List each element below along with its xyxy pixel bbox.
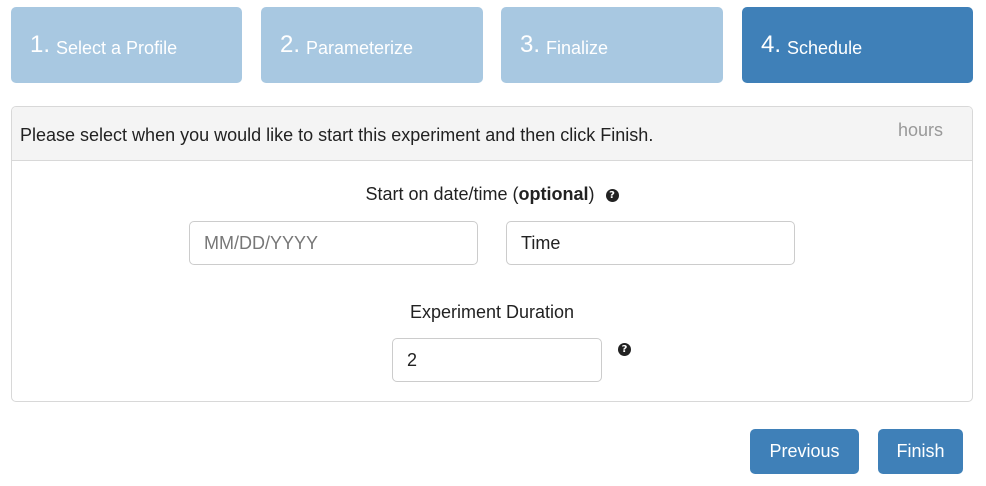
start-time-input[interactable] — [506, 221, 795, 265]
step-label: Finalize — [546, 38, 609, 58]
start-datetime-label: Start on date/time (optional) ? — [12, 184, 972, 205]
start-label-prefix: Start on date/time ( — [365, 184, 519, 204]
step-parameterize[interactable]: 2. Parameterize — [261, 7, 483, 83]
help-icon[interactable]: ? — [605, 189, 619, 202]
schedule-panel: Please select when you would like to sta… — [11, 106, 973, 402]
step-label: Select a Profile — [56, 38, 178, 58]
step-number: 3. — [520, 31, 541, 58]
schedule-wizard-page: 1. Select a Profile 2. Parameterize 3. F… — [0, 0, 986, 486]
step-number: 4. — [761, 31, 782, 58]
instructions-text: Please select when you would like to sta… — [20, 125, 654, 145]
start-date-input[interactable] — [189, 221, 478, 265]
finish-button[interactable]: Finish — [878, 429, 963, 474]
previous-button[interactable]: Previous — [750, 429, 859, 474]
step-select-profile[interactable]: 1. Select a Profile — [11, 7, 242, 83]
start-label-suffix: ) — [588, 184, 595, 204]
step-number: 1. — [30, 31, 51, 58]
step-finalize[interactable]: 3. Finalize — [501, 7, 723, 83]
duration-label: Experiment Duration — [409, 302, 575, 322]
duration-input[interactable] — [392, 338, 602, 382]
step-label: Schedule — [787, 38, 863, 58]
panel-heading: Please select when you would like to sta… — [12, 107, 972, 161]
hours-label: hours — [897, 120, 943, 140]
step-number: 2. — [280, 31, 301, 58]
optional-label: optional — [518, 184, 589, 204]
step-schedule[interactable]: 4. Schedule — [742, 7, 973, 83]
step-label: Parameterize — [306, 38, 414, 58]
wizard-steps: 1. Select a Profile 2. Parameterize 3. F… — [11, 7, 973, 83]
help-icon[interactable]: ? — [618, 343, 631, 356]
